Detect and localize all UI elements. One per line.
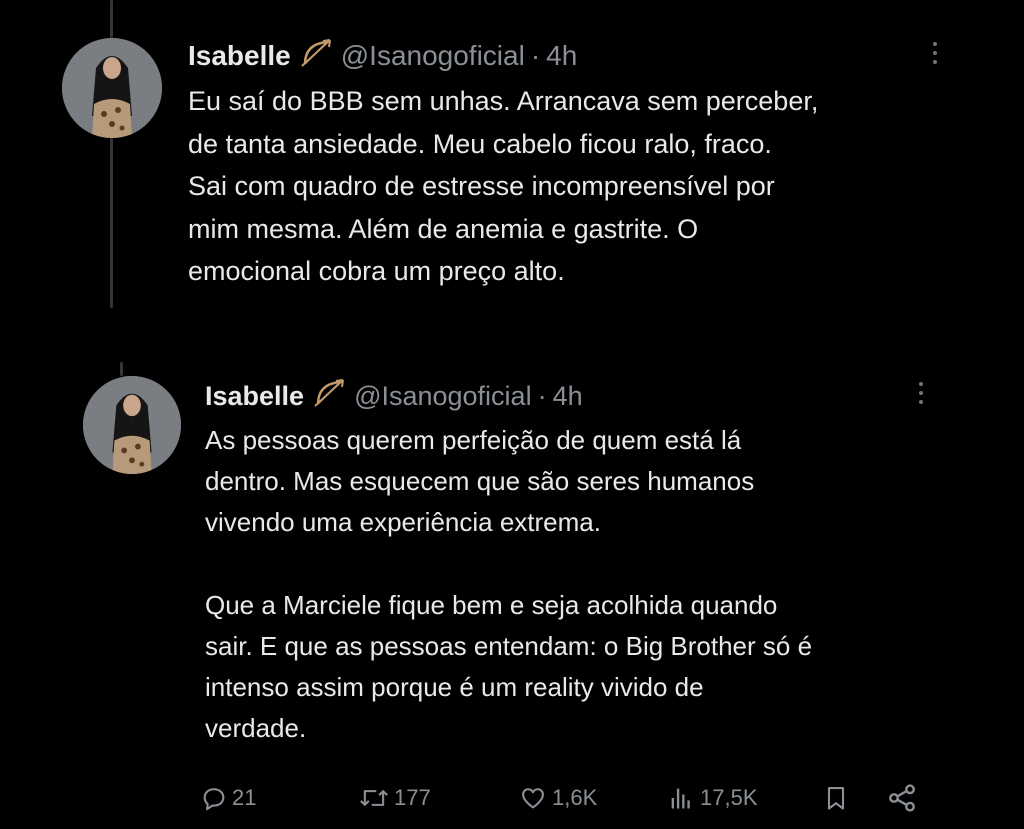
tweet-header: Isabelle @Isanogoficial · 4h [188,38,577,74]
bow-and-arrow-icon [312,378,348,415]
avatar[interactable] [83,376,181,474]
avatar-image [83,376,181,474]
thread-line-top [110,0,113,38]
timestamp[interactable]: 4h [553,381,583,412]
handle[interactable]: @Isanogoficial [341,40,525,72]
repost-button[interactable]: 177 [358,778,431,818]
thread-line-connector [110,138,113,308]
repost-count: 177 [394,785,431,810]
separator-dot: · [530,40,541,71]
like-button[interactable]: 1,6K [518,778,597,818]
tweet-text: Eu saí do BBB sem unhas. Arrancava sem p… [188,86,819,287]
avatar[interactable] [62,38,162,138]
views-button[interactable]: 17,5K [666,778,758,818]
bookmark-button[interactable] [822,778,850,818]
bookmark-icon [827,787,845,810]
views-count: 17,5K [700,785,758,810]
tweet-actions: 21 177 1,6K 17,5K [200,778,940,818]
tweet-header: Isabelle @Isanogoficial · 4h [205,378,583,414]
share-button[interactable] [886,778,918,818]
share-icon [889,784,915,812]
heart-icon [522,788,544,809]
display-name[interactable]: Isabelle [205,381,304,412]
more-options-icon[interactable] [930,42,940,64]
reply-icon [203,788,225,811]
tweet-text: As pessoas querem perfeição de quem está… [205,425,813,744]
display-name[interactable]: Isabelle [188,40,291,72]
thread-line-reply [120,362,123,376]
bow-and-arrow-icon [299,38,335,75]
more-options-icon[interactable] [916,382,926,404]
views-icon [671,788,690,809]
reply-button[interactable]: 21 [200,778,256,818]
reply-count: 21 [232,785,257,810]
repost-icon [360,789,388,807]
avatar-image [62,38,162,138]
separator-dot: · [537,380,547,411]
handle[interactable]: @Isanogoficial [354,381,532,412]
like-count: 1,6K [552,785,598,810]
timestamp[interactable]: 4h [546,40,577,72]
